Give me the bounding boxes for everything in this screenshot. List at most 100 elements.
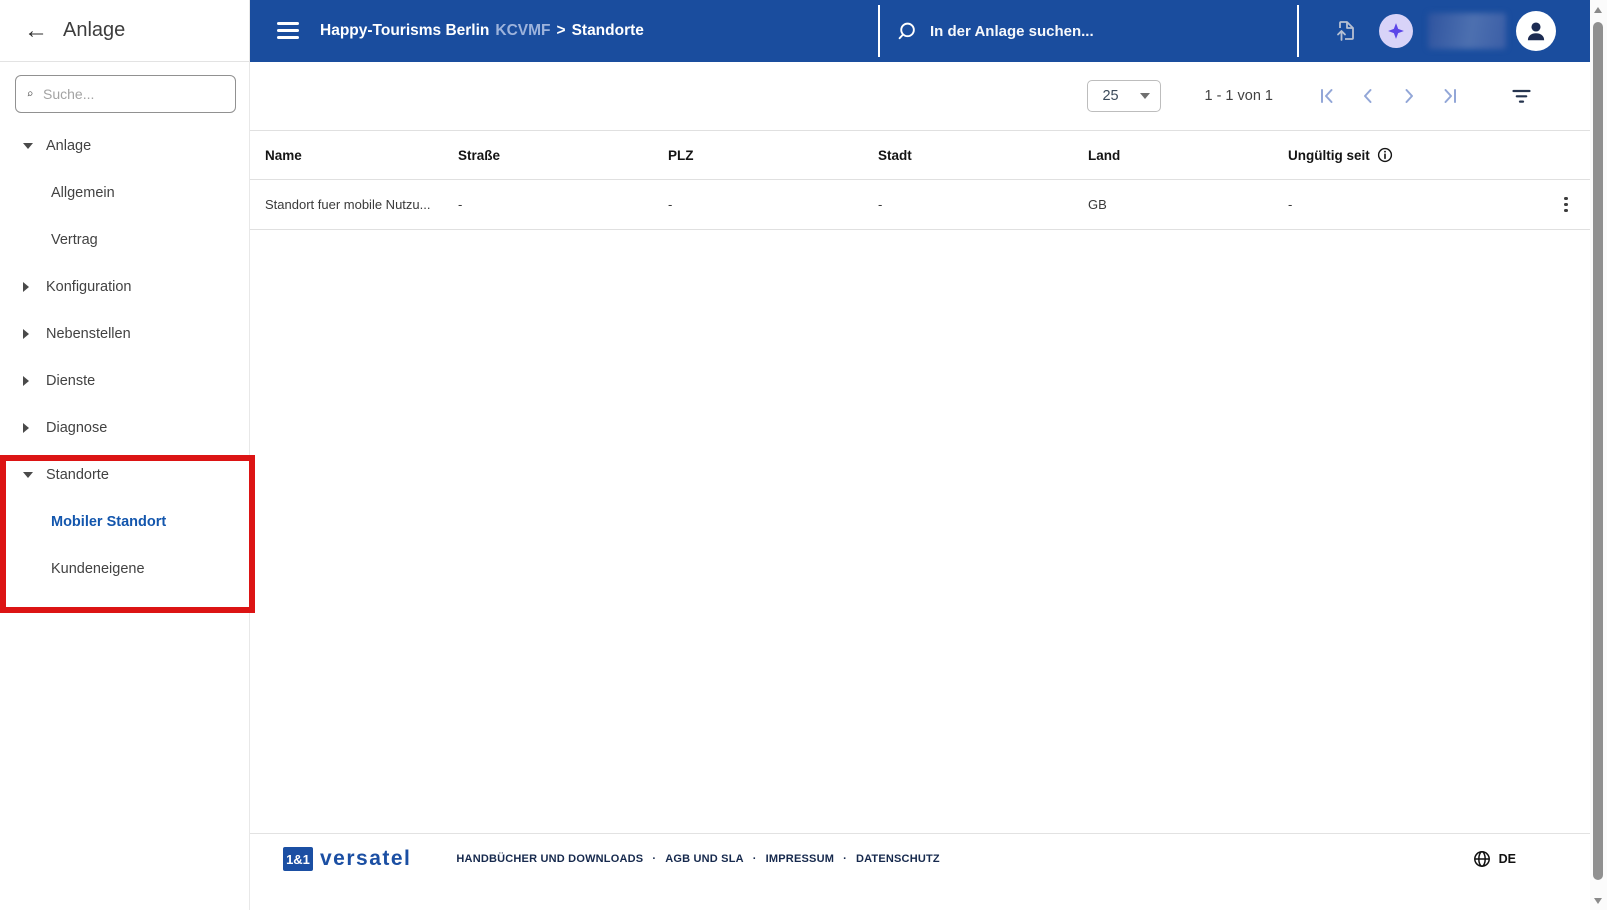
sidebar-item-label: Kundeneigene <box>51 560 145 577</box>
breadcrumb-separator: > <box>556 22 566 39</box>
breadcrumb-account[interactable]: Happy-Tourisms Berlin <box>320 22 489 40</box>
ai-assistant-button[interactable] <box>1379 14 1413 48</box>
chevron-right-icon <box>23 328 33 339</box>
logo-wordmark: versatel <box>320 847 412 870</box>
versatel-logo: 1&1 versatel <box>283 847 411 871</box>
back-arrow-icon[interactable]: ← <box>24 18 48 43</box>
page-size-select[interactable]: 25 <box>1087 80 1162 112</box>
sidebar-item-label: Konfiguration <box>46 278 132 295</box>
footer: 1&1 versatel HANDBÜCHER UND DOWNLOADS · … <box>250 833 1590 910</box>
cell-name: Standort fuer mobile Nutzu... <box>265 197 431 212</box>
table-toolbar: 25 1 - 1 von 1 <box>250 62 1590 130</box>
sidebar-item-label: Standorte <box>46 466 109 483</box>
locations-table: Name Straße PLZ Stadt Land Ungültig seit… <box>250 130 1590 230</box>
person-icon <box>1527 22 1545 41</box>
sparkle-icon <box>1388 23 1404 39</box>
column-header-stadt: Stadt <box>878 147 912 163</box>
footer-link-handbuecher[interactable]: HANDBÜCHER UND DOWNLOADS <box>456 853 643 865</box>
row-menu-button[interactable] <box>1560 193 1572 217</box>
column-header-strasse: Straße <box>458 147 501 163</box>
sidebar-item-diagnose[interactable]: Diagnose <box>0 404 249 451</box>
sidebar-item-label: Nebenstellen <box>46 325 131 342</box>
column-header-plz: PLZ <box>668 147 694 163</box>
sidebar: ← Anlage Anlage Allgemein Vertrag Konfig… <box>0 0 250 910</box>
dot-separator: · <box>752 853 757 865</box>
cell-land: GB <box>1088 197 1107 212</box>
sidebar-item-nebenstellen[interactable]: Nebenstellen <box>0 310 249 357</box>
topbar-search-input[interactable] <box>930 22 1230 40</box>
sidebar-item-label: Allgemein <box>51 184 115 201</box>
sidebar-item-anlage[interactable]: Anlage <box>0 122 249 169</box>
cell-strasse: - <box>458 197 463 212</box>
chevron-right-icon <box>23 281 33 292</box>
language-code: DE <box>1498 852 1516 866</box>
logo-1und1: 1&1 <box>283 847 313 871</box>
sidebar-nav: Anlage Allgemein Vertrag Konfiguration N… <box>0 117 249 592</box>
sidebar-item-label: Vertrag <box>51 231 98 248</box>
page-size-value: 25 <box>1102 88 1119 104</box>
cell-plz: - <box>668 197 673 212</box>
table-row[interactable]: Standort fuer mobile Nutzu... - - - GB - <box>250 180 1590 230</box>
sidebar-item-label: Dienste <box>46 372 96 389</box>
vertical-scrollbar[interactable] <box>1590 0 1607 910</box>
dot-separator: · <box>652 853 657 865</box>
column-header-land: Land <box>1088 147 1121 163</box>
search-icon <box>898 22 915 39</box>
pagination-range: 1 - 1 von 1 <box>1204 88 1273 104</box>
scrollbar-thumb[interactable] <box>1593 22 1603 880</box>
filter-button[interactable] <box>1511 89 1532 104</box>
divider <box>1297 5 1299 57</box>
previous-page-button[interactable] <box>1359 87 1377 105</box>
column-header-ungueltig-seit: Ungültig seit <box>1288 147 1468 163</box>
scroll-up-arrow-icon[interactable] <box>1594 7 1602 13</box>
breadcrumb-code: KCVMF <box>495 22 551 39</box>
table-header-row: Name Straße PLZ Stadt Land Ungültig seit <box>250 130 1590 180</box>
sidebar-item-allgemein[interactable]: Allgemein <box>0 169 249 216</box>
chevron-down-icon <box>23 142 33 149</box>
sidebar-header: ← Anlage <box>0 0 249 62</box>
first-page-button[interactable] <box>1318 87 1336 105</box>
footer-link-impressum[interactable]: IMPRESSUM <box>766 853 834 865</box>
sidebar-item-mobiler-standort[interactable]: Mobiler Standort <box>0 498 249 545</box>
search-icon <box>27 91 33 97</box>
topbar: Happy-Tourisms Berlin KCVMF > Standorte <box>250 0 1590 62</box>
menu-icon[interactable] <box>277 22 299 39</box>
chevron-right-icon <box>23 375 33 386</box>
filter-icon <box>1512 89 1531 103</box>
footer-link-datenschutz[interactable]: DATENSCHUTZ <box>856 853 940 865</box>
sidebar-item-vertrag[interactable]: Vertrag <box>0 216 249 263</box>
topbar-actions <box>1325 0 1556 62</box>
user-avatar-button[interactable] <box>1516 11 1556 51</box>
sidebar-item-label: Diagnose <box>46 419 108 436</box>
sidebar-item-label: Mobiler Standort <box>51 513 167 530</box>
language-switcher[interactable]: DE <box>1473 847 1516 871</box>
info-icon[interactable] <box>1377 147 1393 163</box>
redacted-username <box>1428 13 1506 49</box>
sidebar-item-konfiguration[interactable]: Konfiguration <box>0 263 249 310</box>
chevron-down-icon <box>23 471 33 478</box>
breadcrumb: Happy-Tourisms Berlin KCVMF > Standorte <box>320 0 644 62</box>
cell-ungueltig-seit: - <box>1288 197 1293 212</box>
dot-separator: · <box>843 853 847 865</box>
pagination-nav <box>1318 87 1459 105</box>
sidebar-search-input[interactable] <box>43 86 224 102</box>
topbar-search[interactable] <box>896 0 1276 62</box>
chevron-right-icon <box>23 422 33 433</box>
scroll-down-arrow-icon[interactable] <box>1594 898 1602 904</box>
export-icon[interactable] <box>1333 19 1357 43</box>
sidebar-search[interactable] <box>15 75 236 113</box>
footer-links: HANDBÜCHER UND DOWNLOADS · AGB UND SLA ·… <box>456 847 939 871</box>
footer-link-agb[interactable]: AGB UND SLA <box>665 853 744 865</box>
sidebar-item-dienste[interactable]: Dienste <box>0 357 249 404</box>
sidebar-item-standorte[interactable]: Standorte <box>0 451 249 498</box>
next-page-button[interactable] <box>1400 87 1418 105</box>
divider <box>878 5 880 57</box>
page-title: Anlage <box>63 19 126 41</box>
chevron-down-icon <box>1140 93 1151 99</box>
sidebar-item-label: Anlage <box>46 137 92 154</box>
last-page-button[interactable] <box>1441 87 1459 105</box>
globe-icon <box>1473 851 1490 867</box>
sidebar-item-kundeneigene[interactable]: Kundeneigene <box>0 545 249 592</box>
cell-stadt: - <box>878 197 883 212</box>
column-header-name: Name <box>265 147 302 163</box>
